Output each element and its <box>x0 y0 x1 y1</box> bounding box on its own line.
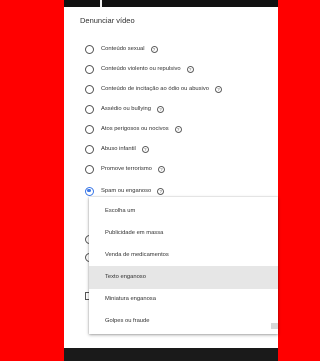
page-backdrop <box>64 0 278 7</box>
option-violent-content[interactable]: Conteúdo violento ou repulsivo ? <box>85 62 194 76</box>
dropdown-item[interactable]: Miniatura enganosa <box>89 288 278 311</box>
help-icon[interactable]: ? <box>156 105 164 113</box>
help-icon[interactable]: ? <box>157 187 165 195</box>
backdrop-divider <box>100 0 102 7</box>
dialog-title: Denunciar vídeo <box>80 16 135 25</box>
option-label: Conteúdo sexual <box>101 46 145 52</box>
option-label: Atos perigosos ou nocivos <box>101 126 169 132</box>
help-icon[interactable]: ? <box>157 165 165 173</box>
help-icon[interactable]: ? <box>141 145 149 153</box>
dialog-footer-shadow <box>64 348 278 361</box>
radio-button[interactable] <box>85 144 94 154</box>
dropdown-item[interactable]: Publicidade em massa <box>89 222 278 245</box>
radio-button[interactable] <box>85 44 94 54</box>
radio-button-selected[interactable] <box>85 186 94 196</box>
help-icon[interactable]: ? <box>214 85 222 93</box>
option-label: Conteúdo violento ou repulsivo <box>101 66 181 72</box>
option-harassment[interactable]: Assédio ou bullying ? <box>85 102 164 116</box>
dropdown-item[interactable]: Golpes ou fraude <box>89 310 278 333</box>
dropdown-item[interactable]: Escolha um <box>89 200 278 223</box>
help-icon[interactable]: ? <box>174 125 182 133</box>
radio-button[interactable] <box>85 124 94 134</box>
dropdown-item[interactable]: Venda de medicamentos <box>89 244 278 267</box>
option-label: Assédio ou bullying <box>101 106 151 112</box>
dropdown-item-selected[interactable]: Texto enganoso <box>89 266 278 289</box>
scroll-indicator-icon <box>271 323 278 329</box>
option-label: Conteúdo de incitação ao ódio ou abusivo <box>101 86 209 92</box>
option-label: Abuso infantil <box>101 146 136 152</box>
radio-button[interactable] <box>85 64 94 74</box>
radio-button[interactable] <box>85 104 94 114</box>
radio-button[interactable] <box>85 164 94 174</box>
option-hateful-content[interactable]: Conteúdo de incitação ao ódio ou abusivo… <box>85 82 222 96</box>
option-label: Spam ou enganoso <box>101 188 152 194</box>
option-child-abuse[interactable]: Abuso infantil ? <box>85 142 149 156</box>
option-spam[interactable]: Spam ou enganoso ? <box>85 184 165 198</box>
spam-reason-dropdown[interactable]: Escolha um Publicidade em massa Venda de… <box>89 197 278 334</box>
option-terrorism[interactable]: Promove terrorismo ? <box>85 162 165 176</box>
option-label: Promove terrorismo <box>101 166 152 172</box>
option-sexual-content[interactable]: Conteúdo sexual ? <box>85 42 158 56</box>
help-icon[interactable]: ? <box>150 45 158 53</box>
radio-button[interactable] <box>85 84 94 94</box>
option-dangerous-acts[interactable]: Atos perigosos ou nocivos ? <box>85 122 182 136</box>
help-icon[interactable]: ? <box>186 65 194 73</box>
